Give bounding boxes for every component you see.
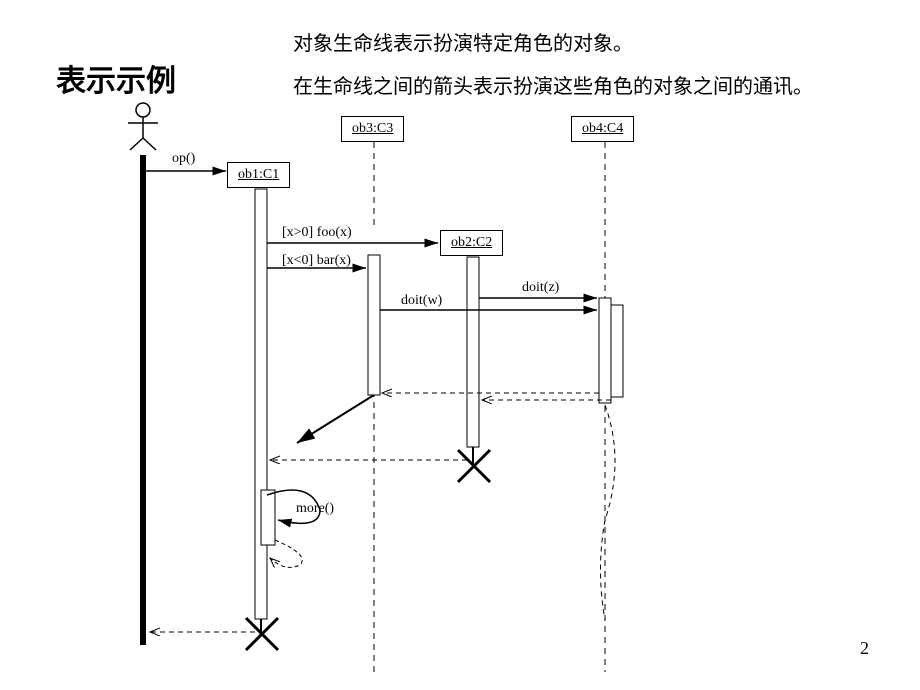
ob4-activation-2 [611, 305, 623, 397]
ob4-activation-1 [599, 298, 611, 403]
return-ob3-ob1 [297, 395, 374, 443]
actor-lifeline [140, 155, 146, 645]
ob1-activation [255, 189, 267, 619]
ob4-continuation [601, 405, 616, 620]
sequence-diagram-svg [0, 0, 920, 690]
actor-icon [128, 103, 158, 150]
ob3-activation [368, 255, 380, 395]
ob2-activation [467, 257, 479, 447]
ob1-nested-activation [261, 490, 275, 545]
